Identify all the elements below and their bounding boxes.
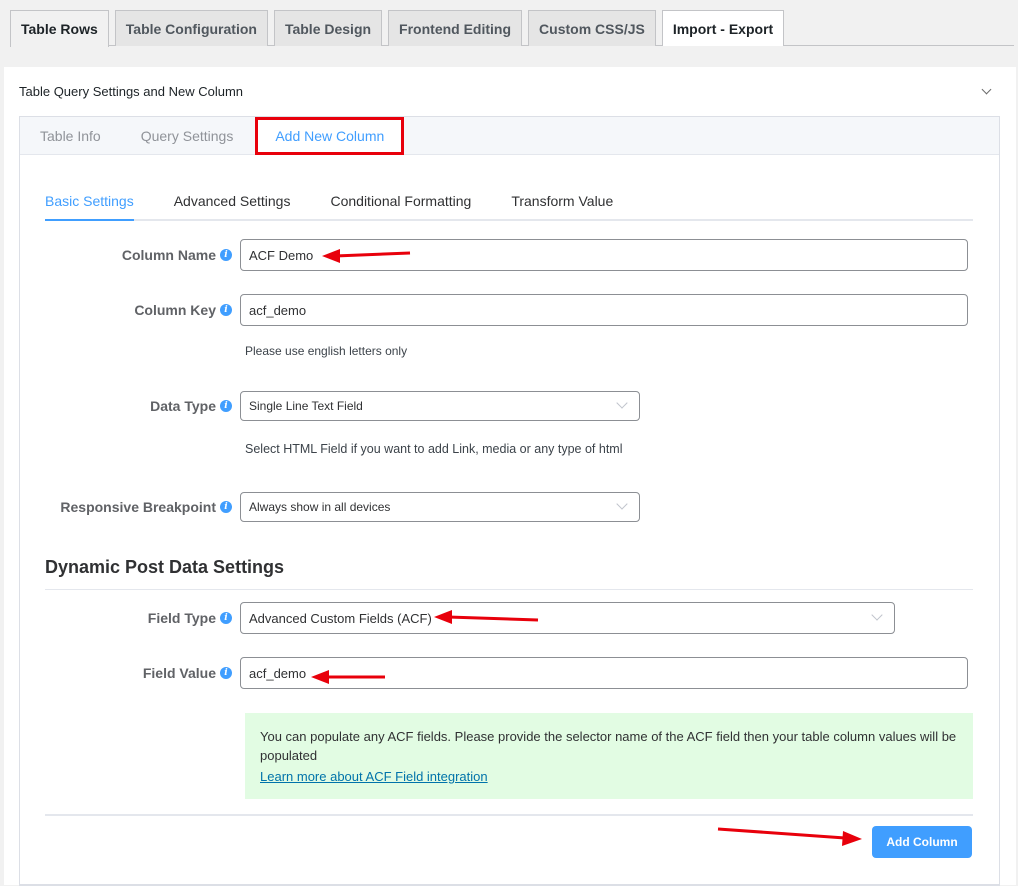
arrow-add-column [717,827,862,846]
arrow-field-value [311,670,385,684]
arrow-field-type [434,610,539,624]
arrow-column-name [322,249,411,263]
annotation-arrows [311,249,862,846]
